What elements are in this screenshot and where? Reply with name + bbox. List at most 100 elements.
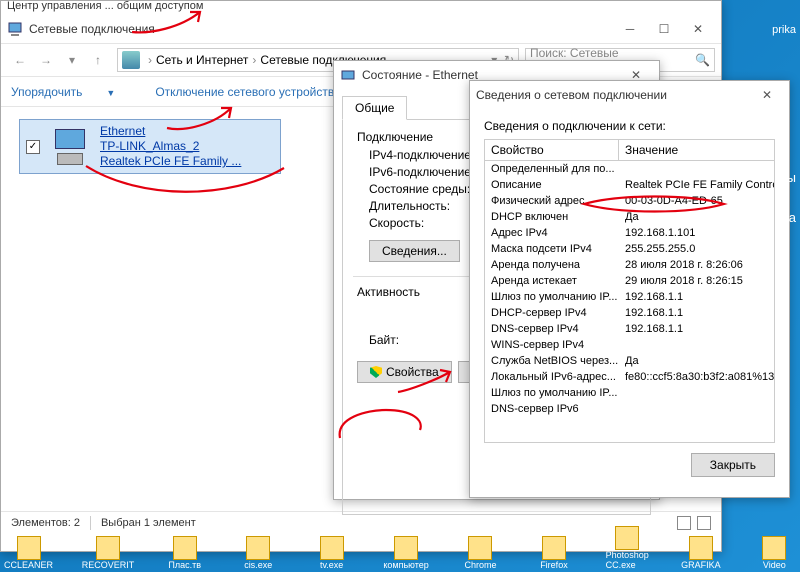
col-value[interactable]: Значение [619, 140, 684, 160]
table-row[interactable]: Адрес IPv4192.168.1.101 [485, 225, 774, 241]
val-cell [619, 401, 774, 417]
val-cell [619, 161, 774, 177]
desktop-icon[interactable]: cis.exe [236, 536, 279, 570]
adapter-ssid[interactable]: TP-LINK_Almas_2 [100, 139, 241, 154]
table-row[interactable]: WINS-сервер IPv4 [485, 337, 774, 353]
prop-cell: DNS-сервер IPv4 [485, 321, 619, 337]
desktop-icon[interactable]: CCLEANER [4, 536, 53, 570]
prop-cell: DNS-сервер IPv6 [485, 401, 619, 417]
adapter-icon [46, 129, 94, 165]
desktop-icons: CCLEANER RECOVERIT Плас.тв cis.exe tv.exe ком… [0, 538, 800, 570]
details-dialog: Сведения о сетевом подключении ✕ Сведени… [469, 80, 790, 498]
table-row[interactable]: Аренда получена28 июля 2018 г. 8:26:06 [485, 257, 774, 273]
desktop-label: Шы [775, 170, 796, 185]
table-row[interactable]: DNS-сервер IPv4192.168.1.1 [485, 321, 774, 337]
col-property[interactable]: Свойство [485, 140, 619, 160]
address-icon [122, 51, 140, 69]
prop-cell: Маска подсети IPv4 [485, 241, 619, 257]
network-icon [7, 21, 23, 37]
explorer-title: Сетевые подключения [29, 22, 155, 36]
disable-device-button[interactable]: Отключение сетевого устройства [155, 85, 340, 99]
prop-cell: Шлюз по умолчанию IP... [485, 385, 619, 401]
close-button-details[interactable]: Закрыть [691, 453, 775, 477]
prop-cell: WINS-сервер IPv4 [485, 337, 619, 353]
prop-cell: Адрес IPv4 [485, 225, 619, 241]
desktop-label: prika [772, 24, 796, 36]
explorer-titlebar: Сетевые подключения ─ ☐ ✕ [1, 15, 721, 43]
table-row[interactable]: Аренда истекает29 июля 2018 г. 8:26:15 [485, 273, 774, 289]
shield-icon [370, 366, 382, 378]
table-row[interactable]: Определенный для по... [485, 161, 774, 177]
desktop-icon[interactable]: tv.exe [310, 536, 353, 570]
table-row[interactable]: Локальный IPv6-адрес...fe80::ccf5:8a30:b… [485, 369, 774, 385]
val-cell: 192.168.1.1 [619, 321, 774, 337]
up-button[interactable]: ↑ [85, 47, 111, 73]
table-row[interactable]: Шлюз по умолчанию IP... [485, 385, 774, 401]
table-row[interactable]: ОписаниеRealtek PCIe FE Family Controlle… [485, 177, 774, 193]
desktop-icon[interactable]: Photoshop CC.exe [606, 526, 649, 570]
prop-cell: Шлюз по умолчанию IP... [485, 289, 619, 305]
desktop-label: пла [774, 210, 796, 225]
val-cell: Да [619, 353, 774, 369]
val-cell: fe80::ccf5:8a30:b3f2:a081%13 [619, 369, 774, 385]
details-table: Свойство Значение Определенный для по...… [484, 139, 775, 443]
details-title: Сведения о сетевом подключении [476, 88, 667, 102]
table-row[interactable]: Служба NetBIOS через...Да [485, 353, 774, 369]
properties-button[interactable]: Свойства [357, 361, 452, 383]
details-titlebar: Сведения о сетевом подключении ✕ [470, 81, 789, 109]
view-large-icon[interactable] [697, 516, 711, 530]
organize-menu[interactable]: Упорядочить▼ [11, 85, 135, 99]
val-cell: 192.168.1.1 [619, 305, 774, 321]
selected-count: Выбран 1 элемент [101, 517, 196, 529]
table-row[interactable]: Физический адрес00-03-0D-A4-ED-65 [485, 193, 774, 209]
details-subheader: Сведения о подключении к сети: [484, 119, 775, 133]
table-row[interactable]: DNS-сервер IPv6 [485, 401, 774, 417]
adapter-item[interactable]: ✓ Ethernet TP-LINK_Almas_2 Realtek PCIe … [19, 119, 281, 174]
prop-cell: Служба NetBIOS через... [485, 353, 619, 369]
val-cell: 255.255.255.0 [619, 241, 774, 257]
minimize-button[interactable]: ─ [613, 18, 647, 40]
val-cell [619, 337, 774, 353]
tab-general[interactable]: Общие [342, 96, 407, 120]
item-count: Элементов: 2 [11, 517, 80, 529]
recent-dropdown[interactable]: ▾ [59, 47, 85, 73]
prop-cell: DHCP включен [485, 209, 619, 225]
table-row[interactable]: DHCP включенДа [485, 209, 774, 225]
val-cell: Realtek PCIe FE Family Controller [619, 177, 774, 193]
forward-button[interactable]: → [33, 47, 59, 73]
prop-cell: Описание [485, 177, 619, 193]
val-cell [619, 385, 774, 401]
prop-cell: Аренда истекает [485, 273, 619, 289]
desktop-icon[interactable]: Firefox [532, 536, 575, 570]
details-button[interactable]: Сведения... [369, 240, 460, 262]
val-cell: 192.168.1.101 [619, 225, 774, 241]
table-row[interactable]: Шлюз по умолчанию IP...192.168.1.1 [485, 289, 774, 305]
breadcrumb[interactable]: Сеть и Интернет [156, 53, 248, 67]
details-close-button[interactable]: ✕ [745, 84, 789, 106]
view-details-icon[interactable] [677, 516, 691, 530]
ethernet-icon [340, 67, 356, 83]
adapter-name[interactable]: Ethernet [100, 124, 241, 139]
val-cell: 192.168.1.1 [619, 289, 774, 305]
desktop-icon[interactable]: Плас.тв [163, 536, 206, 570]
desktop-icon[interactable]: Video [753, 536, 796, 570]
desktop-icon[interactable]: RECOVERIT [83, 536, 133, 570]
desktop-icon[interactable]: GRAFIKA [679, 536, 722, 570]
val-cell: 00-03-0D-A4-ED-65 [619, 193, 774, 209]
desktop-icon[interactable]: компьютер [383, 536, 428, 570]
close-button[interactable]: ✕ [681, 18, 715, 40]
val-cell: Да [619, 209, 774, 225]
status-title: Состояние - Ethernet [362, 68, 478, 82]
table-row[interactable]: DHCP-сервер IPv4192.168.1.1 [485, 305, 774, 321]
table-row[interactable]: Маска подсети IPv4255.255.255.0 [485, 241, 774, 257]
adapter-checkbox[interactable]: ✓ [26, 140, 40, 154]
adapter-device[interactable]: Realtek PCIe FE Family ... [100, 154, 241, 169]
prop-cell: Определенный для по... [485, 161, 619, 177]
back-button[interactable]: ← [7, 47, 33, 73]
prop-cell: Физический адрес [485, 193, 619, 209]
val-cell: 28 июля 2018 г. 8:26:06 [619, 257, 774, 273]
prop-cell: Локальный IPv6-адрес... [485, 369, 619, 385]
desktop-icon[interactable]: Chrome [459, 536, 502, 570]
prop-cell: Аренда получена [485, 257, 619, 273]
maximize-button[interactable]: ☐ [647, 18, 681, 40]
